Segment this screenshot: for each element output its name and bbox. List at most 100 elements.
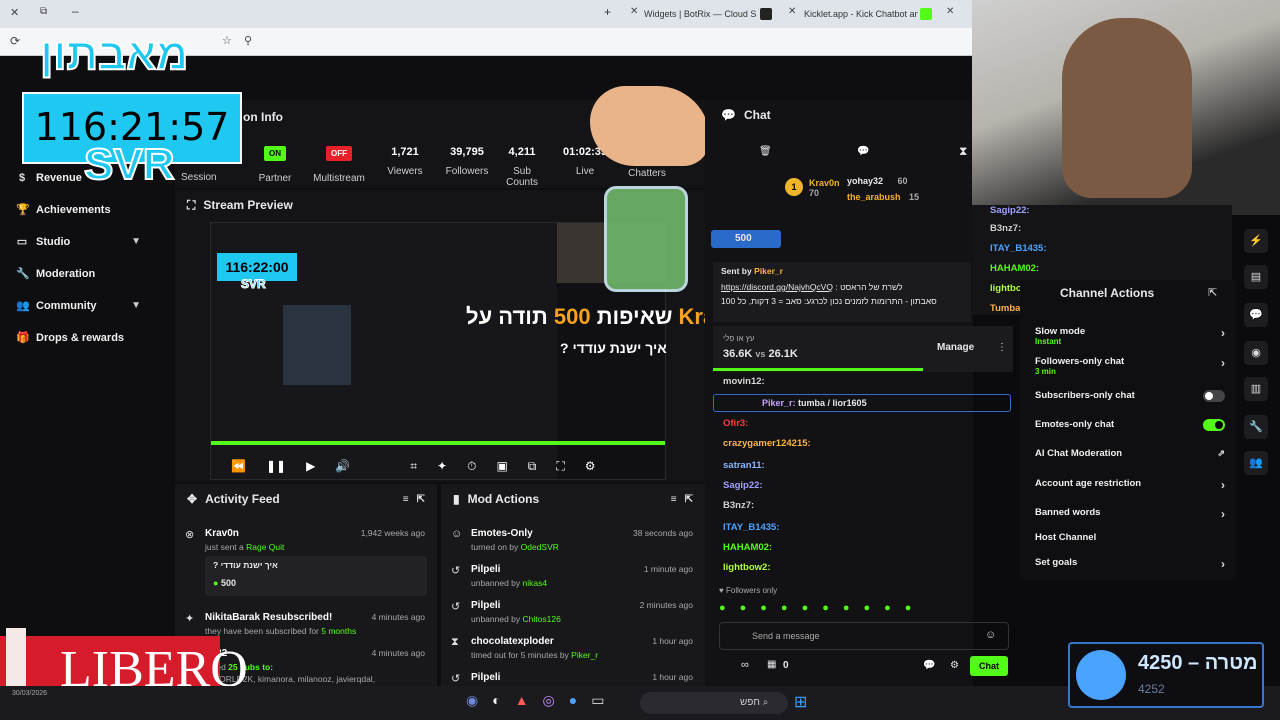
restore-icon[interactable]: ⧉ [40, 6, 47, 17]
popout-icon[interactable]: ⇱ [417, 494, 425, 505]
pause-icon[interactable]: ❚❚ [266, 459, 286, 473]
stat-value: 1,721 [391, 146, 419, 158]
tab-kicklet[interactable]: Kicklet.app - Kick Chatbot and [796, 0, 918, 28]
settings-icon[interactable]: ⚙ [585, 459, 596, 473]
star-icon[interactable]: ☆ [222, 34, 232, 47]
people-icon[interactable]: 👥 [1244, 451, 1268, 475]
x-circle-icon: ⊗ [185, 529, 195, 541]
mod-text: unbanned by nikas4 [471, 578, 547, 588]
app-icon[interactable]: ▲ [515, 692, 529, 709]
alert-amount: 500 [553, 304, 591, 329]
layout-icon[interactable]: ▥ [1244, 377, 1268, 401]
mod-text-a: turned on by [471, 542, 519, 552]
document-icon[interactable]: ▤ [1244, 265, 1268, 289]
mod-title: Emotes-Only [471, 528, 533, 539]
chevron-right-icon: › [1221, 356, 1225, 370]
reload-icon[interactable]: ⟳ [10, 34, 20, 48]
chevron-right-icon: › [1221, 557, 1225, 571]
sidebar-item-drops[interactable]: 🎁 Drops & rewards [16, 328, 124, 348]
banned-words-row[interactable]: Banned words › [1035, 507, 1225, 521]
sidebar-item-moderation[interactable]: 🔧 Moderation [16, 264, 95, 284]
wrench-icon[interactable]: 🔧 [1244, 415, 1268, 439]
emote-bar[interactable]: ●●●●●●●●●● [719, 602, 1009, 616]
obs-icon[interactable]: ◎ [543, 692, 555, 709]
followers-only-row[interactable]: Followers-only chat 3 min › [1035, 356, 1225, 376]
chat-message: crazygamer124215: [723, 438, 811, 449]
discord-icon[interactable]: ◉ [466, 692, 478, 709]
lightning-icon[interactable]: ⚡ [1244, 229, 1268, 253]
drag-icon[interactable]: ✥ [187, 492, 197, 506]
filter-icon[interactable]: ≡ [671, 494, 677, 505]
star-icon: ✦ [185, 613, 195, 625]
trophy-icon: 🏆 [16, 204, 30, 216]
row-label: Banned words [1035, 507, 1101, 518]
chat-icon[interactable]: 💬 [857, 146, 869, 157]
sidebar-item-revenue[interactable]: $ Revenue [16, 168, 82, 188]
mod-text-a: unbanned by [471, 614, 521, 624]
sidebar-item-label: Drops & rewards [36, 332, 125, 344]
undo-icon: ↺ [451, 673, 461, 685]
set-goals-row[interactable]: Set goals › [1035, 557, 1225, 571]
sidebar-item-achievements[interactable]: 🏆 Achievements [16, 200, 111, 220]
tab-close-icon[interactable]: ✕ [946, 6, 954, 17]
sidebar-item-community[interactable]: 👥 Community ▼ [16, 296, 161, 316]
followers-stat: 39,795 Followers [441, 146, 493, 177]
rewind-icon[interactable]: ⏪ [231, 459, 246, 473]
trash-icon[interactable]: 🗑 [759, 146, 772, 157]
leader-2: yohay32 60 [847, 176, 908, 186]
pip-icon[interactable]: ⧉ [528, 459, 537, 474]
minimize-icon[interactable]: – [72, 4, 79, 18]
forward-icon[interactable]: ▶ [306, 459, 315, 473]
manage-button[interactable]: Manage [937, 342, 974, 353]
store-icon[interactable]: ▦ [767, 659, 776, 670]
extension-icon[interactable]: ⚲ [244, 34, 252, 47]
files-icon[interactable]: ▭ [591, 692, 604, 709]
slow-mode-row[interactable]: Slow mode Instant › [1035, 326, 1225, 346]
emoji-icon[interactable]: ☺ [985, 629, 996, 641]
row-label: Subscribers-only chat [1035, 390, 1135, 401]
taskbar-search[interactable]: חפש ⌕ [640, 692, 788, 714]
more-icon[interactable]: ⋮ [997, 342, 1007, 353]
send-chat-button[interactable]: Chat [970, 656, 1008, 676]
gear-icon[interactable]: ⚙ [950, 660, 959, 671]
sidebar-item-studio[interactable]: ▭ Studio ▼ [16, 232, 161, 252]
goal-widget: 4250 – מטרה 4252 [1068, 642, 1264, 708]
mod-title: Pilpeli [471, 672, 501, 683]
crop-icon[interactable]: ⌗ [410, 459, 417, 474]
emotes-only-row[interactable]: Emotes-only chat [1035, 419, 1225, 431]
steam-icon[interactable]: ◐ [492, 692, 500, 709]
chat-icon[interactable]: 💬 [1244, 303, 1268, 327]
mod-title: Pilpeli [471, 564, 501, 575]
chat-bubble-icon[interactable]: 💬 [923, 660, 935, 671]
kicks-value: 500 [220, 578, 236, 588]
sparkle-icon[interactable]: ✦ [437, 459, 447, 473]
host-channel-row[interactable]: Host Channel [1035, 532, 1225, 543]
clip-icon[interactable]: ▣ [496, 459, 507, 473]
hourglass-icon[interactable]: ⧗ [959, 144, 967, 159]
toggle-switch[interactable] [1203, 390, 1225, 402]
fullscreen-icon[interactable]: ⛶ [556, 459, 564, 474]
subscribers-only-row[interactable]: Subscribers-only chat [1035, 390, 1225, 402]
panel-header: ✥ Activity Feed ≡ ⇱ [175, 484, 437, 514]
row-label: AI Chat Moderation [1035, 448, 1123, 459]
chrome-icon[interactable]: ● [569, 692, 577, 709]
poll-card: עץ או פלי 36.6K vs 26.1K Manage ⋮ [713, 326, 1013, 372]
ai-moderation-row[interactable]: AI Chat Moderation ⇗ [1035, 448, 1225, 459]
popout-icon[interactable]: ⇱ [685, 494, 693, 505]
pinned-link[interactable]: https://discord.gg/NajvhQcVQ [721, 282, 833, 292]
close-icon[interactable]: ✕ [10, 6, 19, 19]
taskbar-apps: ◉ ◐ ▲ ◎ ● ▭ [466, 692, 604, 709]
panel-header: ▮ Mod Actions ≡ ⇱ [441, 484, 705, 514]
timer-icon[interactable]: ⏱ [467, 459, 476, 474]
popout-icon[interactable]: ⇱ [1208, 286, 1217, 299]
tab-botrix[interactable]: Widgets | BotRix — Cloud Stre [636, 0, 756, 28]
toggle-switch[interactable] [1203, 419, 1225, 431]
chat-input[interactable]: Send a message [719, 622, 1009, 650]
filter-icon[interactable]: ≡ [403, 494, 409, 505]
windows-icon[interactable]: ⊞ [794, 692, 807, 712]
new-tab-icon[interactable]: + [604, 5, 611, 19]
infinity-icon[interactable]: ∞ [741, 659, 749, 671]
account-age-row[interactable]: Account age restriction › [1035, 478, 1225, 492]
volume-icon[interactable]: 🔊 [335, 459, 350, 473]
broadcast-icon[interactable]: ◉ [1244, 341, 1268, 365]
